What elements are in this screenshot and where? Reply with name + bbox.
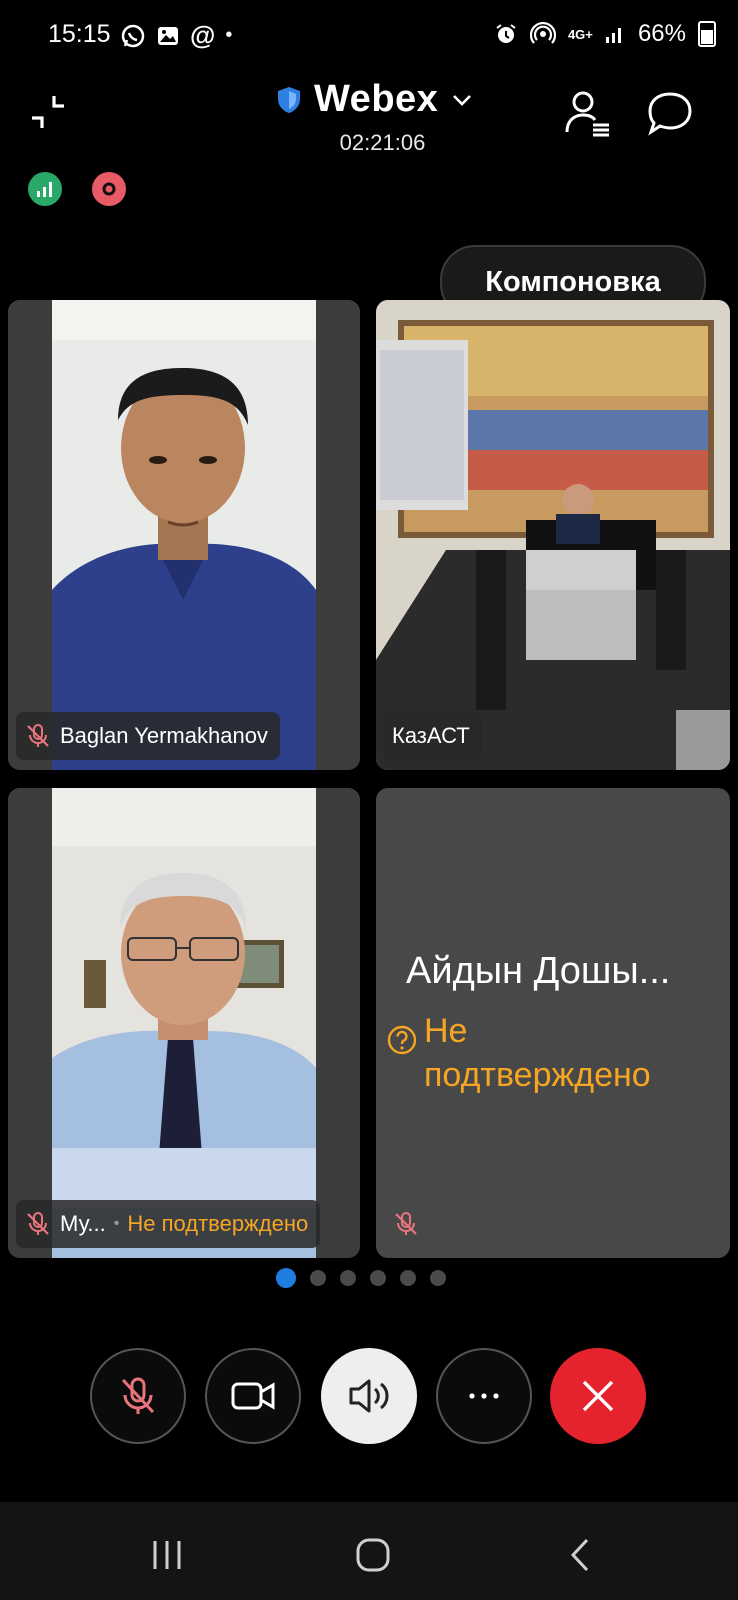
more-button[interactable] [436, 1348, 532, 1444]
signal-icon [605, 28, 621, 43]
more-icon [469, 1393, 499, 1399]
video-button[interactable] [205, 1348, 301, 1444]
participant-status-line1: Не [424, 1012, 468, 1050]
room-video [376, 300, 730, 770]
end-call-button[interactable] [550, 1348, 646, 1444]
participant-label: Му... • Не подтверждено [16, 1200, 321, 1248]
participants-icon [565, 91, 609, 137]
question-icon [387, 1025, 417, 1055]
chat-icon [648, 92, 692, 136]
page-dot-1[interactable] [276, 1268, 296, 1288]
participant-name: Baglan Yermakhanov [60, 723, 268, 748]
home-button[interactable] [348, 1530, 398, 1580]
mic-muted-icon [121, 1377, 155, 1414]
participant-video [8, 300, 360, 770]
page-dot-5[interactable] [400, 1270, 416, 1286]
home-icon [356, 1538, 390, 1572]
separator-dot: • [113, 1215, 120, 1232]
page-dot-6[interactable] [430, 1270, 446, 1286]
participant-status: Не подтверждено [127, 1211, 309, 1236]
participant-status-line2: подтверждено [424, 1056, 651, 1094]
speaker-icon [349, 1379, 389, 1413]
page-indicator[interactable] [276, 1268, 446, 1288]
audio-button[interactable] [321, 1348, 417, 1444]
shield-icon [278, 86, 300, 113]
close-icon [582, 1380, 614, 1412]
meeting-title-dropdown[interactable]: Webex [276, 78, 474, 121]
notification-icons: @ • [120, 20, 232, 51]
record-icon [102, 182, 116, 196]
connection-quality-indicator[interactable] [28, 172, 62, 206]
chat-button[interactable] [645, 88, 695, 138]
mic-muted-icon [27, 724, 49, 747]
video-tile-3[interactable]: Му... • Не подтверждено [8, 788, 360, 1258]
status-right: 4G+ 66% [494, 20, 716, 48]
signal-bars-icon [37, 182, 52, 197]
app-title: Webex [314, 78, 439, 120]
collapse-icon [32, 96, 64, 128]
network-type: 4G+ [567, 26, 593, 42]
recent-apps-button[interactable] [142, 1530, 192, 1580]
participant-name: Му... [60, 1211, 106, 1236]
battery-icon [698, 21, 716, 47]
gallery-icon [158, 26, 178, 45]
back-icon [570, 1538, 589, 1572]
whatsapp-icon [121, 24, 145, 47]
status-time: 15:15 [48, 20, 111, 48]
recent-apps-icon [153, 1541, 181, 1569]
status-bar: 15:15 @ • 4G+ 66% [0, 0, 738, 72]
mic-muted-icon [395, 1212, 417, 1235]
mute-button[interactable] [90, 1348, 186, 1444]
mic-muted-icon [27, 1212, 49, 1235]
meeting-timer: 02:21:06 [339, 130, 426, 155]
participant-label: Baglan Yermakhanov [16, 712, 280, 760]
battery-percent: 66% [637, 20, 686, 47]
video-tile-2[interactable]: КазАСТ [376, 300, 730, 770]
hotspot-icon [529, 22, 556, 44]
video-camera-icon [231, 1382, 275, 1410]
participant-label: КазАСТ [384, 712, 482, 760]
page-dot-3[interactable] [340, 1270, 356, 1286]
dot-icon: • [225, 24, 233, 46]
video-tile-4[interactable]: Айдын Дошы... Не подтверждено [376, 788, 730, 1258]
participant-video [8, 788, 360, 1258]
recording-indicator[interactable] [92, 172, 126, 206]
alarm-icon [496, 24, 516, 43]
participants-button[interactable] [563, 88, 613, 138]
page-dot-2[interactable] [310, 1270, 326, 1286]
participant-name: Айдын Дошы... [406, 950, 671, 992]
video-tile-1[interactable]: Baglan Yermakhanov [8, 300, 360, 770]
page-dot-4[interactable] [370, 1270, 386, 1286]
back-button[interactable] [556, 1530, 606, 1580]
collapse-button[interactable] [28, 92, 68, 132]
participant-name: КазАСТ [392, 723, 470, 748]
at-sign-icon: @ [190, 20, 216, 50]
chevron-down-icon [453, 94, 472, 106]
